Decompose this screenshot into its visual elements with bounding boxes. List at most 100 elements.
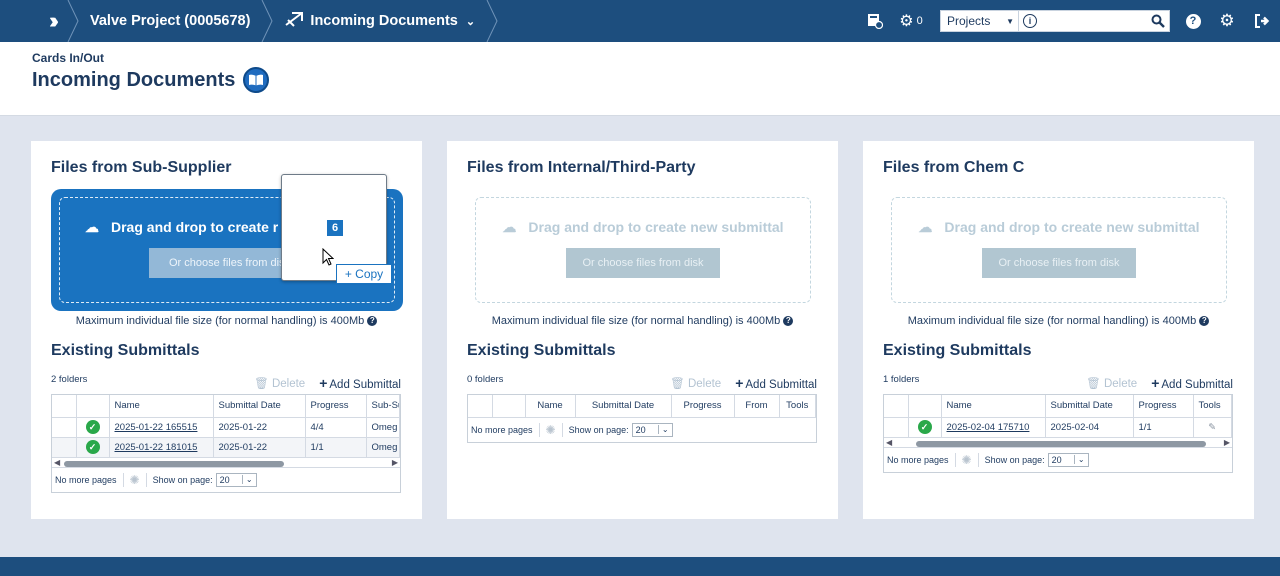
column-header-name[interactable]: Name — [525, 395, 576, 418]
column-header-date[interactable]: Submittal Date — [575, 395, 672, 418]
column-header-progress[interactable]: Progress — [305, 395, 367, 418]
help-icon[interactable]: ? — [367, 315, 378, 326]
task-scheduler-icon[interactable] — [860, 0, 890, 42]
delete-button[interactable]: 🗑 Delete — [1086, 376, 1137, 390]
breadcrumb-separator — [260, 0, 274, 42]
column-header — [76, 395, 110, 418]
column-header-sub-supplier[interactable]: Sub-Su — [366, 395, 400, 418]
scroll-left-arrow-icon[interactable]: ◀ — [886, 438, 892, 447]
column-header — [52, 395, 77, 418]
column-header — [492, 395, 526, 418]
app-menu-chevron-icon[interactable]: ››› — [36, 0, 66, 42]
breadcrumb-section[interactable]: Incoming Documents ⌄ — [274, 0, 485, 42]
refresh-icon[interactable]: ✺ — [130, 473, 140, 487]
settings-gear-icon[interactable]: ⚙ — [1210, 0, 1244, 42]
column-header-date[interactable]: Submittal Date — [1045, 395, 1134, 418]
existing-submittals-title: Existing Submittals — [883, 342, 1032, 359]
column-header-name[interactable]: Name — [109, 395, 214, 418]
file-drop-zone[interactable]: ☁ Drag and drop to create new submittal O… — [883, 189, 1235, 311]
row-select-cell[interactable] — [884, 417, 909, 438]
show-on-page-label: Show on page: — [984, 454, 1045, 465]
page-header: Cards In/Out Incoming Documents — [0, 42, 1280, 116]
page-subtitle: Cards In/Out — [32, 51, 105, 65]
submittals-grid: Name Submittal Date Progress From Tools … — [467, 394, 817, 443]
scrollbar-thumb[interactable] — [916, 440, 1206, 447]
max-file-size-text: Maximum individual file size (for normal… — [491, 315, 781, 327]
choose-files-button[interactable]: Or choose files from disk — [566, 248, 720, 278]
refresh-icon[interactable]: ✺ — [962, 453, 972, 467]
file-drop-zone[interactable]: ☁ Drag and drop to create new submittal O… — [467, 189, 819, 311]
pager-status: No more pages — [471, 424, 533, 435]
column-header-date[interactable]: Submittal Date — [213, 395, 306, 418]
column-header-from[interactable]: From — [734, 395, 780, 418]
edit-pencil-icon[interactable]: ✎ — [1208, 422, 1216, 433]
column-header-tools[interactable]: Tools — [1193, 395, 1232, 418]
breadcrumb-project[interactable]: Valve Project (0005678) — [80, 0, 260, 42]
help-icon[interactable]: ? — [783, 315, 794, 326]
column-header — [908, 395, 942, 418]
help-book-icon[interactable] — [243, 67, 270, 93]
pager-divider — [538, 422, 540, 437]
submittal-actions: 🗑 Delete + Add Submittal — [254, 375, 401, 391]
drop-zone-text: ☁ Drag and drop to create new submittal — [883, 219, 1235, 236]
pager-divider — [122, 472, 124, 487]
scroll-right-arrow-icon[interactable]: ▶ — [1224, 438, 1230, 447]
scrollbar-thumb[interactable] — [64, 460, 284, 467]
info-icon[interactable]: i — [1023, 14, 1037, 28]
card-title: Files from Chem C — [883, 159, 1025, 176]
page-size-select[interactable]: 20 ⌄ — [1047, 452, 1089, 467]
table-row[interactable]: ✓ 2025-01-22 165515 2025-01-22 4/4 Omeg — [52, 417, 400, 438]
choose-files-button[interactable]: Or choose files from dis — [149, 248, 303, 278]
existing-submittals-title: Existing Submittals — [51, 342, 200, 359]
status-cell: ✓ — [76, 417, 110, 438]
delete-button[interactable]: 🗑 Delete — [254, 376, 305, 390]
page-size-select[interactable]: 20 ⌄ — [215, 472, 257, 487]
delete-label: Delete — [271, 378, 306, 390]
delete-button[interactable]: 🗑 Delete — [670, 376, 721, 390]
horizontal-scrollbar[interactable]: ◀ ▶ — [52, 457, 400, 468]
submittal-link[interactable]: 2025-01-22 181015 — [115, 442, 198, 453]
help-icon[interactable]: ? — [1176, 0, 1210, 42]
jobs-counter: 0 — [916, 15, 923, 27]
scroll-left-arrow-icon[interactable]: ◀ — [54, 458, 60, 467]
breadcrumb-separator — [485, 0, 499, 42]
pager-divider — [145, 472, 147, 487]
add-submittal-button[interactable]: + Add Submittal — [319, 375, 401, 391]
refresh-icon[interactable]: ✺ — [546, 423, 556, 437]
add-submittal-button[interactable]: + Add Submittal — [1151, 375, 1233, 391]
breadcrumb-project-label: Valve Project (0005678) — [90, 13, 251, 29]
table-row[interactable]: ✓ 2025-02-04 175710 2025-02-04 1/1 ✎ — [884, 417, 1232, 438]
column-header-name[interactable]: Name — [941, 395, 1046, 418]
tools-cell: ✎ — [1193, 417, 1232, 438]
submittal-link[interactable]: 2025-02-04 175710 — [947, 422, 1030, 433]
pager-status: No more pages — [55, 474, 117, 485]
cloud-upload-icon: ☁ — [502, 219, 517, 235]
breadcrumb-section-label: Incoming Documents — [310, 13, 458, 29]
row-select-cell[interactable] — [52, 437, 77, 458]
help-icon[interactable]: ? — [1199, 315, 1210, 326]
add-submittal-button[interactable]: + Add Submittal — [735, 375, 817, 391]
column-header-progress[interactable]: Progress — [671, 395, 735, 418]
search-icon[interactable] — [1147, 14, 1169, 28]
horizontal-scrollbar[interactable]: ◀ ▶ — [884, 437, 1232, 448]
submittal-link[interactable]: 2025-01-22 165515 — [115, 422, 198, 433]
logout-icon[interactable] — [1244, 0, 1280, 42]
column-header-progress[interactable]: Progress — [1133, 395, 1194, 418]
chevron-down-icon: ⌄ — [1073, 455, 1088, 464]
column-header-tools[interactable]: Tools — [779, 395, 816, 418]
background-jobs-button[interactable]: ⚙ 0 — [890, 0, 932, 42]
submittal-actions: 🗑 Delete + Add Submittal — [1086, 375, 1233, 391]
add-submittal-label: Add Submittal — [329, 379, 401, 391]
page-size-value: 20 — [1051, 454, 1062, 465]
choose-files-button[interactable]: Or choose files from disk — [982, 248, 1136, 278]
progress-cell: 4/4 — [305, 417, 367, 438]
mouse-pointer-icon — [322, 247, 335, 271]
pager-divider — [977, 452, 979, 467]
submittal-name-cell: 2025-01-22 181015 — [109, 437, 214, 458]
page-size-value: 20 — [635, 424, 646, 435]
table-row[interactable]: ✓ 2025-01-22 181015 2025-01-22 1/1 Omeg — [52, 437, 400, 458]
scroll-right-arrow-icon[interactable]: ▶ — [392, 458, 398, 467]
row-select-cell[interactable] — [52, 417, 77, 438]
page-size-select[interactable]: 20 ⌄ — [631, 422, 673, 437]
search-scope-select[interactable]: Projects ▼ — [941, 11, 1019, 31]
